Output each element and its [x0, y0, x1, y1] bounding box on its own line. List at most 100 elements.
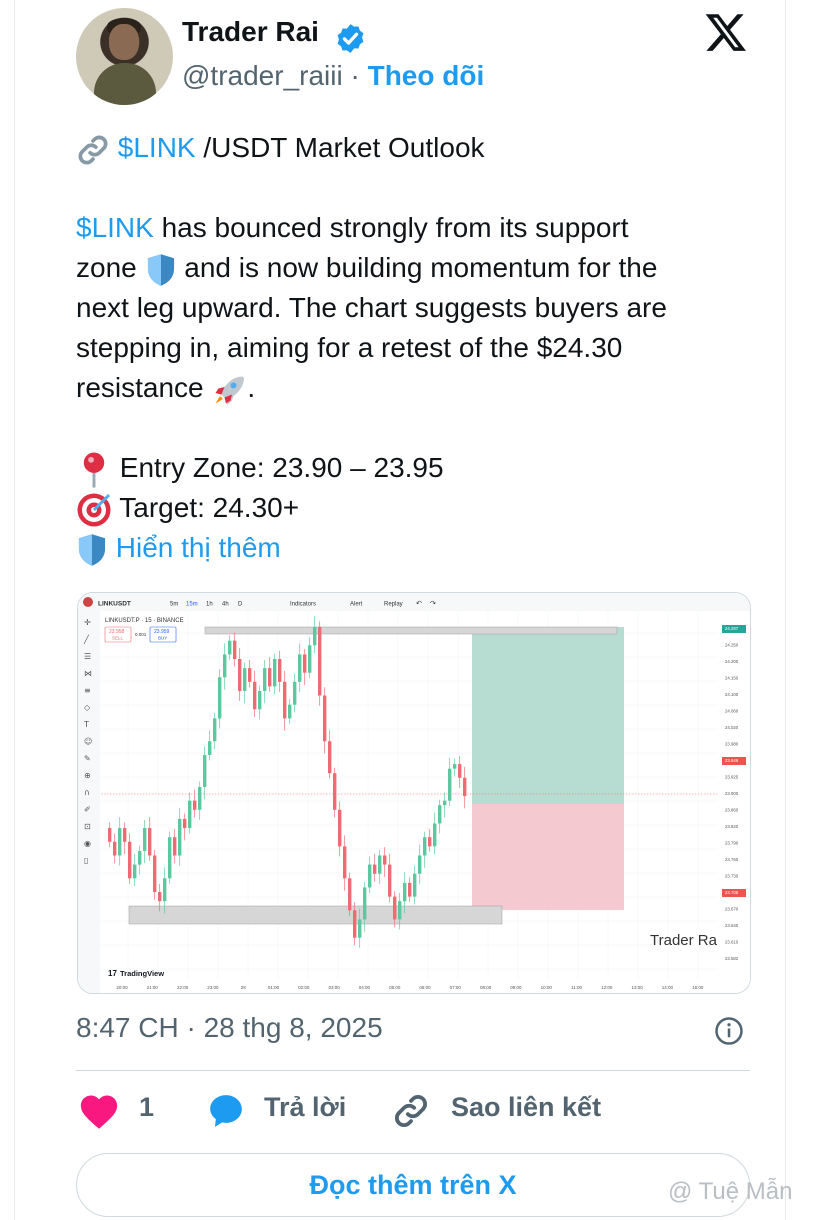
candle-body: [393, 896, 397, 920]
tweet-line: $LINK has bounced strongly from its supp…: [76, 208, 629, 248]
candle-body: [278, 658, 282, 682]
indicators-button: Indicators: [290, 602, 316, 608]
candle-body: [428, 837, 432, 847]
target-text: Target: 24.30+: [119, 492, 300, 523]
candle-body: [408, 882, 412, 897]
price-axis-label: 23.640: [725, 923, 739, 928]
candle-body: [213, 718, 217, 742]
chart-user-icon: [83, 597, 93, 607]
chart-author-tag: Trader Ra: [650, 932, 718, 949]
candle-body: [248, 668, 252, 682]
time-axis-label: 23:00: [207, 985, 219, 990]
candle-body: [158, 892, 162, 902]
time-axis-label: 08:00: [480, 985, 492, 990]
candle-body: [153, 855, 157, 893]
candle-body: [283, 681, 287, 719]
interval-button: 4h: [222, 602, 229, 608]
entry-zone-text: Entry Zone: 23.90 – 23.95: [119, 452, 444, 483]
tweet-text: resistance: [76, 372, 212, 403]
interval-button: 15m: [186, 602, 198, 608]
heart-icon[interactable]: [78, 1092, 120, 1130]
time-axis-label: 01:00: [268, 985, 280, 990]
show-more-link[interactable]: Hiển thị thêm: [116, 532, 281, 563]
candle-body: [373, 864, 377, 874]
info-icon[interactable]: [714, 1016, 744, 1046]
candle-body: [118, 828, 122, 856]
reply-button[interactable]: Trả lời: [264, 1092, 346, 1123]
link-emoji-icon: [78, 135, 108, 165]
read-more-button[interactable]: Đọc thêm trên X: [76, 1153, 750, 1217]
candle-body: [388, 864, 392, 897]
follow-button[interactable]: Theo dõi: [368, 60, 485, 91]
time-axis-label: 28: [241, 985, 247, 990]
time-axis-label: 11:00: [571, 985, 582, 990]
candle-body: [138, 850, 142, 865]
candle-body: [438, 805, 442, 824]
candle-body: [163, 878, 167, 902]
time-axis-label: 12:00: [601, 985, 613, 990]
drawing-tool-icon: ⊡: [84, 822, 91, 831]
candle-body: [458, 764, 462, 778]
candle-body: [143, 828, 147, 851]
resistance-zone: [204, 626, 618, 635]
time-axis-label: 13:00: [631, 985, 643, 990]
avatar[interactable]: [76, 8, 173, 105]
time-axis-label: 22:00: [177, 985, 189, 990]
price-axis-label: 23.949: [725, 758, 739, 763]
candle-body: [228, 640, 232, 655]
drawing-tool-icon: ≡: [84, 686, 91, 695]
interval-button: 1h: [206, 602, 213, 608]
tweet-text: .: [247, 372, 256, 403]
candle-body: [293, 681, 297, 705]
target-line: Target: 24.30+: [76, 488, 299, 528]
price-axis-label: 23.760: [725, 857, 739, 862]
show-more-line: Hiển thị thêm: [76, 528, 281, 568]
candle-body: [108, 828, 112, 842]
candle-body: [333, 773, 337, 810]
x-logo-icon[interactable]: [703, 10, 749, 54]
candle-body: [433, 823, 437, 847]
tweet-line: stepping in, aiming for a retest of the …: [76, 332, 623, 363]
drawing-tool-icon: ✎: [84, 754, 91, 763]
author-handle[interactable]: @trader_raiii: [182, 60, 343, 91]
timestamp[interactable]: 8:47 CH · 28 thg 8, 2025: [76, 1012, 383, 1044]
shield-emoji-icon: [78, 533, 106, 566]
candle-body: [343, 846, 347, 879]
candle-body: [173, 837, 177, 856]
candle-body: [348, 878, 352, 911]
candle-body: [288, 704, 292, 719]
candle-body: [193, 800, 197, 810]
time-axis-label: 14:00: [662, 985, 674, 990]
time-axis-label: 05:00: [389, 985, 401, 990]
candle-body: [403, 882, 407, 902]
replay-button: Replay: [384, 602, 403, 608]
candle-body: [183, 818, 187, 829]
candle-body: [398, 901, 402, 920]
chart-top-toolbar: [78, 593, 750, 611]
candle-body: [303, 654, 307, 673]
cashtag-link[interactable]: $LINK: [118, 132, 196, 163]
tweet-line: next leg upward. The chart suggests buye…: [76, 292, 667, 323]
candle-body: [273, 658, 277, 687]
chart-symbol: LINKUSDT: [98, 601, 131, 608]
author-name[interactable]: Trader Rai: [182, 16, 319, 48]
time-axis-label: 20:00: [116, 985, 128, 990]
price-axis-label: 23.730: [725, 874, 739, 879]
drawing-tool-icon: ∩: [84, 788, 90, 797]
link-icon[interactable]: [392, 1092, 430, 1130]
target-zone: [472, 627, 624, 804]
price-axis-label: 23.582: [725, 956, 739, 961]
candle-body: [448, 768, 452, 801]
reply-bubble-icon[interactable]: [206, 1092, 246, 1130]
time-axis-label: 21:00: [147, 985, 159, 990]
buy-price: 23.959: [154, 629, 170, 635]
tweet-text: and is now building momentum for the: [176, 252, 658, 283]
candle-body: [123, 828, 127, 842]
copy-link-button[interactable]: Sao liên kết: [451, 1092, 601, 1123]
cashtag-link[interactable]: $LINK: [76, 212, 154, 243]
like-count[interactable]: 1: [139, 1092, 154, 1123]
spread-value: 0.001: [135, 632, 147, 637]
chart-screenshot[interactable]: LINKUSDT 5m 15m 1h 4h D Indicators Alert Rep…: [77, 592, 751, 994]
candle-body: [413, 873, 417, 897]
candle-body: [133, 864, 137, 879]
